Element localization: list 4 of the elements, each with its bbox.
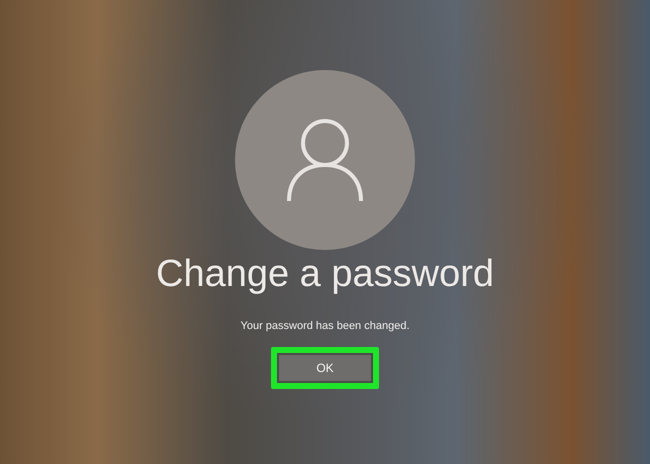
user-icon (285, 117, 365, 203)
screen-title: Change a password (156, 252, 494, 296)
ok-button[interactable]: OK (277, 352, 373, 382)
status-message: Your password has been changed. (240, 319, 410, 334)
